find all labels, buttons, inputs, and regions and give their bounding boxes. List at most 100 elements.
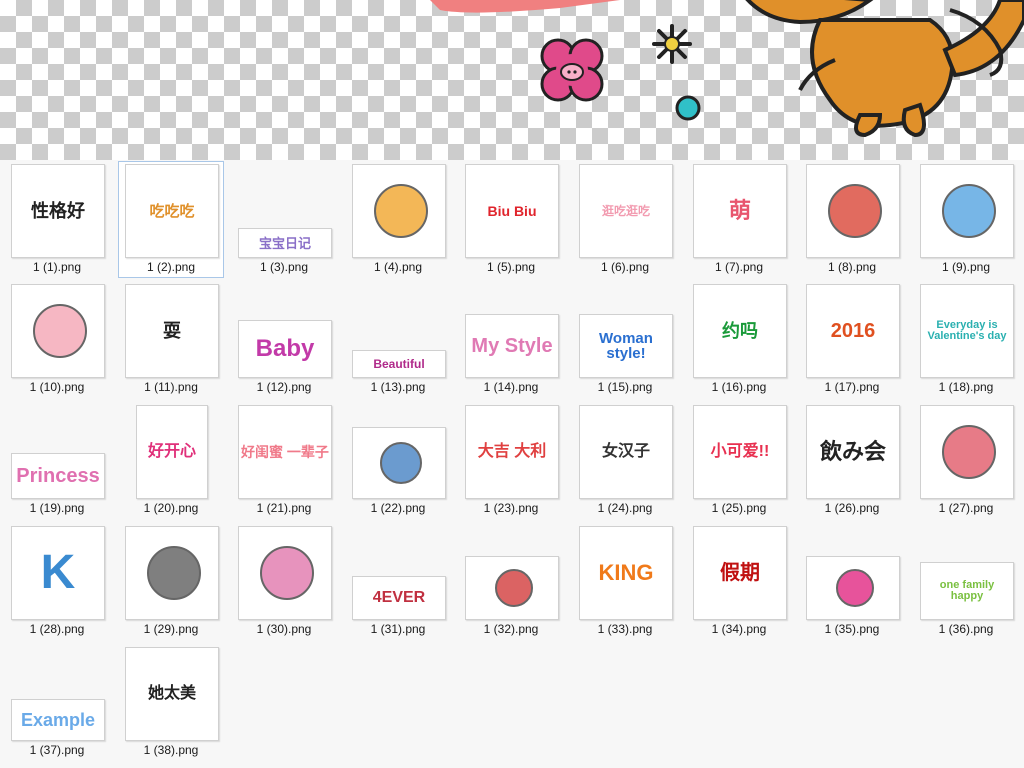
file-thumbnail-item[interactable]: 飲み会 1 (26).png <box>799 402 905 519</box>
red-ribbon-shape <box>430 0 620 13</box>
file-name-label: 1 (30).png <box>256 622 312 636</box>
thumbnail-image: 萌 <box>693 164 787 258</box>
file-thumbnail-item[interactable]: 耍 1 (11).png <box>118 281 224 398</box>
file-name-label: 1 (28).png <box>29 622 85 636</box>
file-thumbnail-item[interactable]: 宝宝日记 1 (3).png <box>231 161 337 278</box>
file-name-label: 1 (23).png <box>483 501 539 515</box>
file-thumbnail-item[interactable]: one family happy 1 (36).png <box>913 523 1019 640</box>
thumbnail-image <box>465 556 559 620</box>
file-thumbnail-item[interactable]: Everyday is Valentine's day 1 (18).png <box>913 281 1019 398</box>
thumbnail-image: 约吗 <box>693 284 787 378</box>
thumbnail-image: 吃吃吃 <box>125 164 219 258</box>
file-thumbnail-item[interactable]: 1 (22).png <box>345 402 451 519</box>
thumbnail-art-text: 大吉 大利 <box>477 443 547 460</box>
file-thumbnail-item[interactable]: My Style 1 (14).png <box>458 281 564 398</box>
thumbnail-image: 耍 <box>125 284 219 378</box>
file-name-label: 1 (11).png <box>144 380 198 394</box>
thumbnail-art-text: 约吗 <box>722 321 758 341</box>
thumbnail-art-text: K <box>40 546 76 599</box>
file-thumbnail-item[interactable]: 1 (4).png <box>345 161 451 278</box>
file-thumbnail-item[interactable]: 2016 1 (17).png <box>799 281 905 398</box>
file-thumbnail-item[interactable]: 好开心 1 (20).png <box>118 402 224 519</box>
sticker-illustration-icon <box>494 568 534 608</box>
thumbnail-art-text: 吃吃吃 <box>149 202 195 220</box>
thumbnail-image: Princess <box>11 453 105 499</box>
file-thumbnail-item[interactable]: 1 (8).png <box>799 161 905 278</box>
file-thumbnail-item[interactable]: 1 (35).png <box>799 523 905 640</box>
thumbnail-image <box>806 164 900 258</box>
sticker-illustration-icon <box>379 441 423 485</box>
file-thumbnail-item[interactable]: 1 (10).png <box>4 281 110 398</box>
file-thumbnail-item[interactable]: KING 1 (33).png <box>572 523 678 640</box>
thumbnail-image: 大吉 大利 <box>465 405 559 499</box>
file-thumbnail-item[interactable]: 1 (29).png <box>118 523 224 640</box>
file-thumbnail-item[interactable]: 性格好 1 (1).png <box>4 161 110 278</box>
file-name-label: 1 (21).png <box>256 501 312 515</box>
thumbnail-image <box>806 556 900 620</box>
thumbnail-image: 小可爱!! <box>693 405 787 499</box>
thumbnail-art-text: 宝宝日记 <box>258 235 311 251</box>
sticker-illustration-icon <box>32 303 88 359</box>
file-thumbnail-item[interactable]: 假期 1 (34).png <box>686 523 792 640</box>
file-name-label: 1 (10).png <box>29 380 85 394</box>
file-thumbnail-item[interactable]: 1 (32).png <box>458 523 564 640</box>
file-thumbnail-item[interactable]: 1 (30).png <box>231 523 337 640</box>
thumbnail-art-text: 耍 <box>163 321 181 341</box>
thumbnail-grid: 性格好 1 (1).png 吃吃吃 1 (2).png 宝宝日记 1 (3).png 1 (… <box>0 160 1024 768</box>
sticker-illustration-icon <box>259 545 315 601</box>
file-name-label: 1 (2).png <box>146 260 196 274</box>
thumbnail-art-text: 4EVER <box>372 589 426 606</box>
file-thumbnail-item[interactable]: 1 (27).png <box>913 402 1019 519</box>
file-thumbnail-item[interactable]: 约吗 1 (16).png <box>686 281 792 398</box>
file-thumbnail-item[interactable]: 逛吃逛吃 1 (6).png <box>572 161 678 278</box>
file-name-label: 1 (29).png <box>143 622 199 636</box>
file-thumbnail-item[interactable]: Biu Biu 1 (5).png <box>458 161 564 278</box>
file-thumbnail-item[interactable]: 吃吃吃 1 (2).png <box>118 161 224 278</box>
flower-icon <box>540 38 604 102</box>
file-thumbnail-item[interactable]: 好闺蜜 一辈子 1 (21).png <box>231 402 337 519</box>
file-name-label: 1 (34).png <box>711 622 767 636</box>
file-thumbnail-item[interactable]: 萌 1 (7).png <box>686 161 792 278</box>
sticker-illustration-icon <box>941 183 997 239</box>
file-thumbnail-item[interactable]: Princess 1 (19).png <box>4 402 110 519</box>
sticker-illustration-icon <box>835 568 875 608</box>
file-thumbnail-item[interactable]: K 1 (28).png <box>4 523 110 640</box>
thumbnail-art-text: 女汉子 <box>601 443 650 460</box>
file-thumbnail-item[interactable]: 大吉 大利 1 (23).png <box>458 402 564 519</box>
thumbnail-image: 好闺蜜 一辈子 <box>238 405 332 499</box>
file-name-label: 1 (15).png <box>597 380 653 394</box>
thumbnail-art-text: one family happy <box>939 579 995 602</box>
file-thumbnail-item[interactable]: Baby 1 (12).png <box>231 281 337 398</box>
thumbnail-art-text: 她太美 <box>147 685 196 702</box>
file-thumbnail-item[interactable]: 小可爱!! 1 (25).png <box>686 402 792 519</box>
thumbnail-art-text: Woman style! <box>599 330 653 362</box>
file-name-label: 1 (32).png <box>483 622 539 636</box>
file-thumbnail-item[interactable]: 女汉子 1 (24).png <box>572 402 678 519</box>
thumbnail-image <box>352 164 446 258</box>
file-name-label: 1 (5).png <box>486 260 536 274</box>
thumbnail-art-text: 萌 <box>728 198 751 223</box>
file-thumbnail-item[interactable]: Example 1 (37).png <box>4 644 110 761</box>
thumbnail-art-text: Biu Biu <box>487 203 537 219</box>
monkey-illustration <box>745 0 1024 138</box>
file-thumbnail-item[interactable]: 1 (9).png <box>913 161 1019 278</box>
thumbnail-image: 性格好 <box>11 164 105 258</box>
file-thumbnail-item[interactable]: 4EVER 1 (31).png <box>345 523 451 640</box>
file-thumbnail-item[interactable]: 她太美 1 (38).png <box>118 644 224 761</box>
thumbnail-art-text: Beautiful <box>373 357 425 371</box>
file-name-label: 1 (35).png <box>824 622 880 636</box>
thumbnail-image: My Style <box>465 314 559 378</box>
thumbnail-art-text: 小可爱!! <box>710 443 770 460</box>
file-name-label: 1 (4).png <box>373 260 423 274</box>
thumbnail-image <box>920 405 1014 499</box>
sticker-illustration-icon <box>941 424 997 480</box>
thumbnail-image: 女汉子 <box>579 405 673 499</box>
file-name-label: 1 (8).png <box>827 260 877 274</box>
thumbnail-image: KING <box>579 526 673 620</box>
thumbnail-art-text: My Style <box>471 335 553 357</box>
file-name-label: 1 (3).png <box>259 260 309 274</box>
file-thumbnail-item[interactable]: Beautiful 1 (13).png <box>345 281 451 398</box>
thumbnail-art-text: Baby <box>255 335 315 362</box>
thumbnail-image: 假期 <box>693 526 787 620</box>
file-thumbnail-item[interactable]: Woman style! 1 (15).png <box>572 281 678 398</box>
